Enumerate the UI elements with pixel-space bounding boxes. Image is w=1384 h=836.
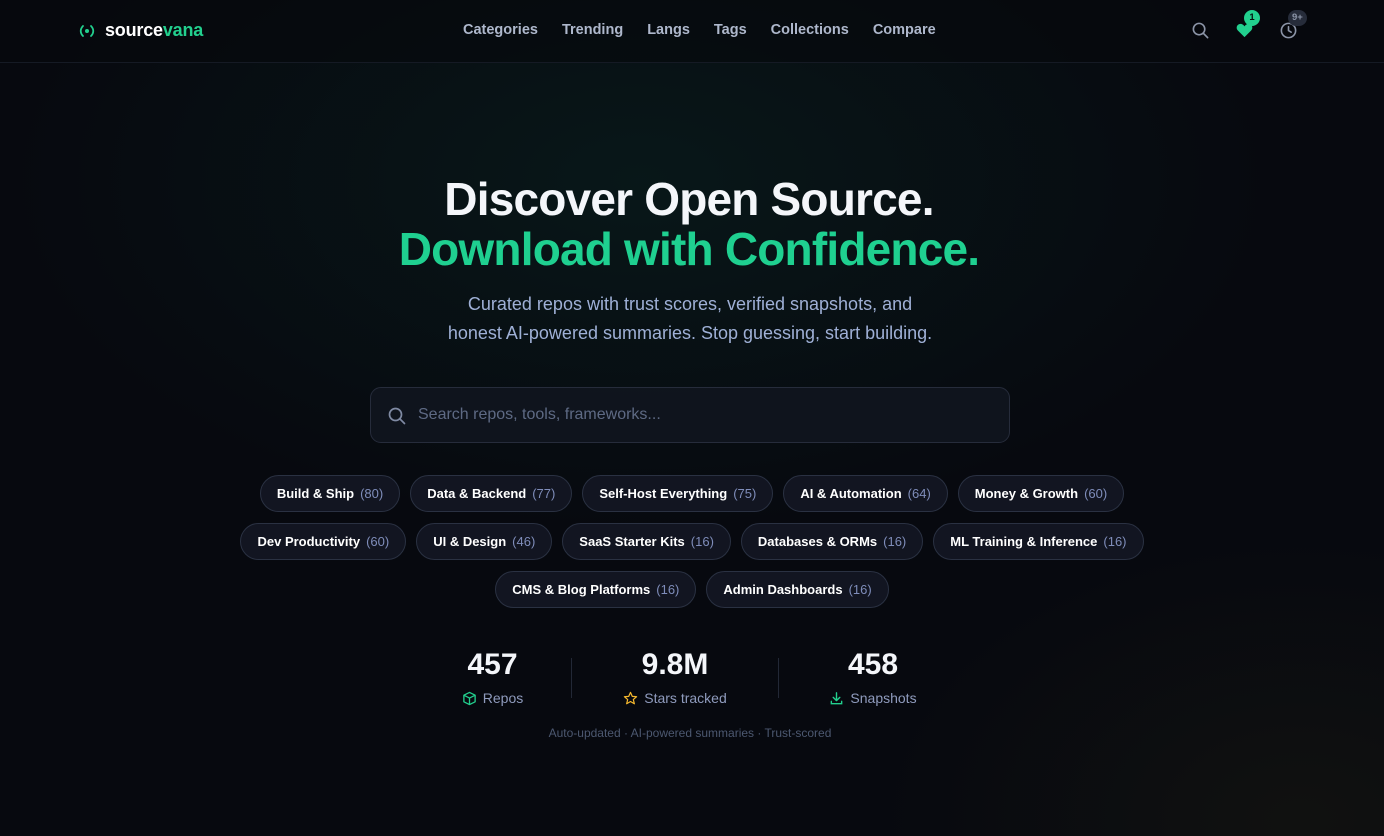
chip-count: (60): [1084, 486, 1108, 501]
stat-label-row: Repos: [434, 690, 551, 706]
download-icon: [831, 691, 843, 704]
chip-count: (60): [366, 534, 390, 549]
chip-admin-dashboards[interactable]: Admin Dashboards (16): [706, 571, 889, 608]
search-input[interactable]: [418, 388, 998, 442]
chip-cms-blog-platforms[interactable]: CMS & Blog Platforms (16): [495, 571, 697, 608]
cube-icon: [462, 691, 476, 705]
chip-count: (64): [907, 486, 931, 501]
hero-title-line2: Download with Confidence.: [398, 223, 980, 275]
chip-money-growth[interactable]: Money & Growth (60): [957, 475, 1125, 512]
chip-data-backend[interactable]: Data & Backend (77): [410, 475, 573, 512]
stat-stars: 9.8M Stars tracked: [599, 648, 751, 710]
chip-ai-automation[interactable]: AI & Automation (64): [783, 475, 948, 512]
brand-name-part2: vana: [162, 20, 204, 40]
chip-count: (75): [733, 486, 757, 501]
chip-label: Self-Host Everything: [599, 486, 728, 501]
chip-ml-training-inference[interactable]: ML Training & Inference (16): [933, 523, 1144, 560]
chip-self-host-everything[interactable]: Self-Host Everything (75): [582, 475, 774, 512]
chip-count: (77): [532, 486, 556, 501]
chip-label: Dev Productivity: [257, 534, 361, 549]
chip-row: Build & Ship (80) Data & Backend (77) Self…: [190, 475, 1194, 512]
chip-count: (16): [656, 582, 680, 597]
stat-divider: [571, 658, 572, 698]
footnote: Auto-updated · AI-powered summaries · Tr…: [548, 726, 832, 740]
broadcast-icon: [79, 24, 95, 37]
hero-subtitle-line2: honest AI-powered summaries. Stop guessi…: [447, 323, 933, 343]
chip-count: (16): [883, 534, 907, 549]
nav-categories[interactable]: Categories: [463, 22, 538, 38]
search-button[interactable]: [1188, 18, 1212, 42]
stat-snapshots: 458 Snapshots: [804, 648, 942, 710]
stats-bar: 457 Repos 9.8M Stars tracked 458 Snapsho…: [434, 648, 954, 710]
chip-build-ship[interactable]: Build & Ship (80): [259, 475, 401, 512]
chip-dev-productivity[interactable]: Dev Productivity (60): [240, 523, 407, 560]
chip-count: (46): [512, 534, 536, 549]
chip-label: CMS & Blog Platforms: [512, 582, 651, 597]
chip-count: (16): [1103, 534, 1127, 549]
hero-subtitle-line1: Curated repos with trust scores, verifie…: [467, 294, 913, 314]
stat-divider: [778, 658, 779, 698]
search-box: [370, 387, 1010, 443]
stat-label: Stars tracked: [644, 690, 727, 706]
nav-actions: 1 9+: [1188, 10, 1307, 42]
stat-label: Repos: [482, 690, 524, 706]
stat-repos: 457 Repos: [434, 648, 551, 710]
search-icon: [388, 407, 406, 425]
stat-value: 457: [467, 648, 518, 681]
history-button[interactable]: 9+: [1276, 10, 1307, 42]
chip-count: (16): [848, 582, 872, 597]
hero-heading: Discover Open Source. Download with Conf…: [0, 174, 1384, 274]
stat-value: 458: [847, 648, 899, 681]
favorites-count-badge: 1: [1244, 10, 1260, 26]
chip-count: (80): [360, 486, 384, 501]
nav-langs[interactable]: Langs: [647, 22, 690, 38]
chip-label: Build & Ship: [276, 486, 355, 501]
favorites-button[interactable]: 1: [1232, 10, 1260, 42]
chip-label: Databases & ORMs: [757, 534, 878, 549]
stat-label-row: Stars tracked: [599, 690, 751, 706]
chip-label: SaaS Starter Kits: [579, 534, 685, 549]
chip-label: Data & Backend: [427, 486, 527, 501]
search-icon: [1192, 22, 1208, 38]
nav-trending[interactable]: Trending: [562, 22, 623, 38]
stat-label: Snapshots: [850, 690, 917, 706]
chip-label: UI & Design: [433, 534, 507, 549]
chip-count: (16): [690, 534, 714, 549]
chip-label: Admin Dashboards: [723, 582, 843, 597]
history-count-badge: 9+: [1288, 10, 1307, 26]
nav-tags[interactable]: Tags: [714, 22, 747, 38]
chip-ui-design[interactable]: UI & Design (46): [416, 523, 553, 560]
chip-row: Dev Productivity (60) UI & Design (46) Saa…: [190, 523, 1194, 560]
chip-label: AI & Automation: [800, 486, 902, 501]
chip-saas-starter-kits[interactable]: SaaS Starter Kits (16): [562, 523, 731, 560]
nav-compare[interactable]: Compare: [873, 22, 936, 38]
nav-collections[interactable]: Collections: [771, 22, 849, 38]
hero-subtitle: Curated repos with trust scores, verifie…: [380, 290, 1000, 348]
chip-label: Money & Growth: [974, 486, 1079, 501]
hero-title-line1: Discover Open Source.: [444, 173, 934, 225]
main-nav: Categories Trending Langs Tags Collectio…: [463, 22, 936, 38]
star-icon: [624, 691, 638, 704]
top-navbar: sourcevana Categories Trending Langs Tag…: [0, 0, 1384, 63]
chip-databases-orms[interactable]: Databases & ORMs (16): [740, 523, 924, 560]
stat-label-row: Snapshots: [804, 690, 942, 706]
category-chips: Build & Ship (80) Data & Backend (77) Self…: [190, 475, 1194, 619]
chip-label: ML Training & Inference: [950, 534, 1098, 549]
chip-row: CMS & Blog Platforms (16) Admin Dashboard…: [190, 571, 1194, 608]
brand-name: sourcevana: [105, 20, 203, 41]
brand-logo[interactable]: sourcevana: [78, 20, 203, 41]
brand-name-part1: source: [105, 20, 163, 40]
stat-value: 9.8M: [641, 648, 709, 681]
